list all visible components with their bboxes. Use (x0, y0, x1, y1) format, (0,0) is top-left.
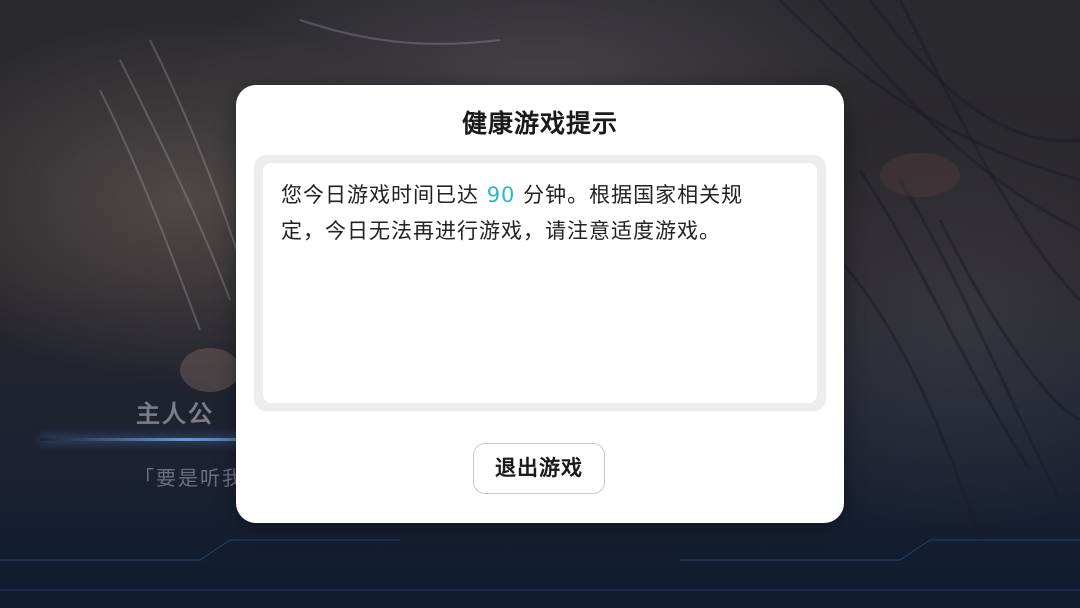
message-panel-inner: 您今日游戏时间已达 90 分钟。根据国家相关规定，今日无法再进行游戏，请注意适度… (263, 163, 817, 403)
play-minutes: 90 (486, 183, 516, 207)
exit-game-button[interactable]: 退出游戏 (473, 443, 605, 494)
message-text: 您今日游戏时间已达 90 分钟。根据国家相关规定，今日无法再进行游戏，请注意适度… (281, 177, 781, 249)
speaker-name: 主人公 (136, 400, 214, 428)
dialogue-text: 「要是听我 (134, 466, 244, 490)
dialog-title: 健康游戏提示 (461, 109, 618, 138)
message-panel: 您今日游戏时间已达 90 分钟。根据国家相关规定，今日无法再进行游戏，请注意适度… (254, 155, 826, 411)
game-screen: 主人公 「要是听我 健康游戏提示 您今日游戏时间已达 90 分钟。根据国家相关规… (0, 0, 1080, 608)
health-notice-dialog: 健康游戏提示 您今日游戏时间已达 90 分钟。根据国家相关规定，今日无法再进行游… (236, 85, 844, 523)
message-part-1: 您今日游戏时间已达 (281, 183, 487, 207)
